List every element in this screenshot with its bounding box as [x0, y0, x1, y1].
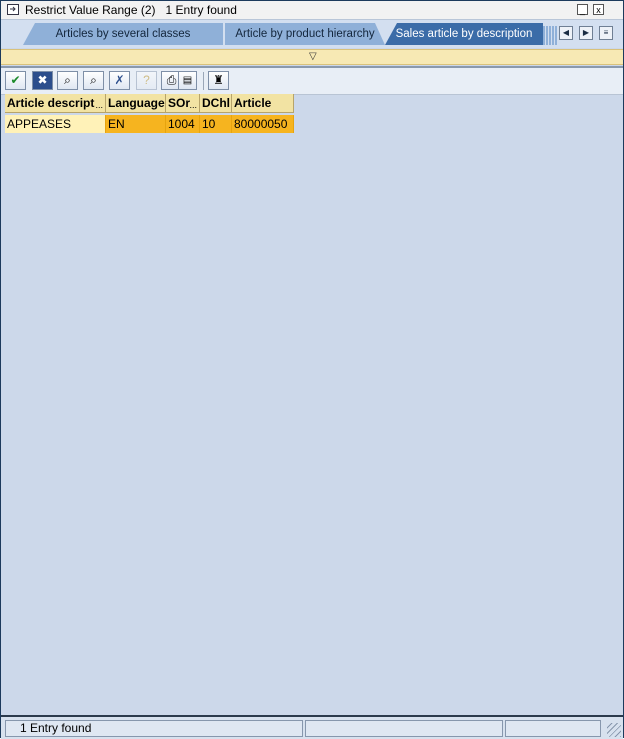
table-cell-distribution-channel[interactable]: 10 [200, 115, 232, 133]
tab-articles-by-several-classes[interactable]: Articles by several classes [23, 23, 223, 45]
print-preview-icon[interactable]: ▤ [178, 71, 197, 90]
find-icon[interactable]: ⌕ [57, 71, 78, 90]
table-cell-article-description[interactable]: APPEASES [5, 115, 106, 133]
tab-prev-button[interactable]: ◀ [559, 26, 573, 40]
table-cell-sales-org[interactable]: 1004 [166, 115, 200, 133]
title-entries-found: 1 Entry found [165, 3, 237, 17]
tab-overflow-indicator [543, 26, 557, 45]
tab-article-by-product-hierarchy[interactable]: Article by product hierarchy [225, 23, 385, 45]
toolbar: ✔ ✖ ⌕ ⌕ ✗ ? ⎙ ▤ ♜ [1, 66, 623, 95]
selection-area-toggle-bar[interactable]: ▽ [1, 49, 623, 65]
tab-strip: Articles by several classes Article by p… [1, 20, 623, 48]
personal-list-icon[interactable]: ♜ [208, 71, 229, 90]
truncation-indicator: ... [189, 100, 197, 110]
delete-restriction-icon[interactable]: ✗ [109, 71, 130, 90]
truncation-indicator: ... [95, 100, 103, 110]
status-field-2 [305, 720, 503, 737]
toolbar-separator [203, 72, 204, 90]
status-message: 1 Entry found [5, 720, 303, 737]
find-next-icon[interactable]: ⌕ [83, 71, 104, 90]
check-icon[interactable]: ✔ [5, 71, 26, 90]
minimize-button[interactable]: _ [577, 4, 588, 15]
title-bar: Restrict Value Range (2) 1 Entry found _… [1, 1, 623, 20]
tab-next-button[interactable]: ▶ [579, 26, 593, 40]
column-header-sales-org[interactable]: SOr... [166, 94, 200, 113]
column-header-article-description[interactable]: Article descript... [5, 94, 106, 113]
help-icon: ? [136, 71, 157, 90]
table-cell-article[interactable]: 80000050 [232, 115, 294, 133]
table-cell-language[interactable]: EN [106, 115, 166, 133]
collapse-arrow-icon[interactable]: ▽ [309, 51, 317, 63]
close-button[interactable]: x [593, 4, 604, 15]
cancel-icon[interactable]: ✖ [32, 71, 53, 90]
tab-sales-article-by-description[interactable]: Sales article by description [385, 23, 543, 45]
tab-list-button[interactable]: ≡ [599, 26, 613, 40]
window-title: Restrict Value Range (2) 1 Entry found [25, 3, 237, 17]
column-header-distribution-channel[interactable]: DChl [200, 94, 232, 113]
column-header-language[interactable]: Language [106, 94, 166, 113]
value-help-dialog: Restrict Value Range (2) 1 Entry found _… [0, 0, 624, 739]
status-bar: 1 Entry found [1, 715, 623, 739]
dialog-icon [7, 4, 19, 15]
column-header-article[interactable]: Article [232, 94, 294, 113]
resize-grip-icon[interactable] [607, 723, 621, 737]
status-field-3 [505, 720, 601, 737]
